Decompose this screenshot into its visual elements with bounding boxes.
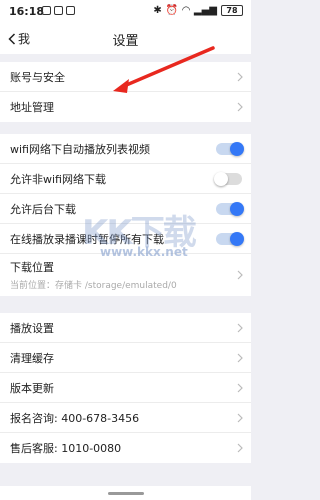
home-bar (0, 486, 251, 500)
home-indicator[interactable] (108, 492, 144, 495)
annotation-arrow-icon (113, 46, 215, 93)
